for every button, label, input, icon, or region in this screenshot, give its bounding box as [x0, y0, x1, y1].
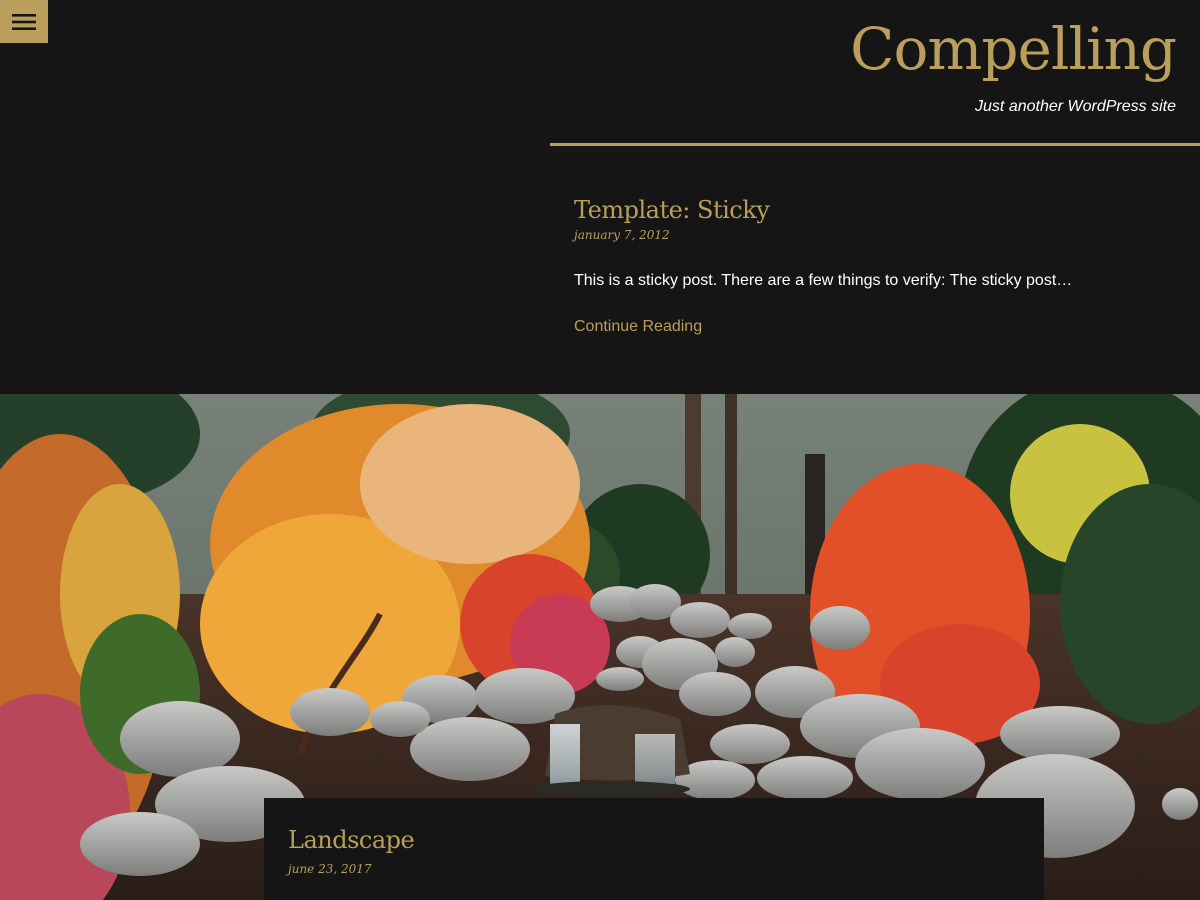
- sticky-post: Template: Sticky january 7, 2012 This is…: [574, 196, 1174, 336]
- hamburger-menu-icon: [12, 13, 36, 30]
- sticky-post-date: january 7, 2012: [574, 228, 670, 242]
- header-divider: [550, 143, 1200, 146]
- site-header: Compelling Just another WordPress site: [850, 14, 1177, 116]
- menu-toggle-button[interactable]: [0, 0, 48, 43]
- landscape-post-title-link[interactable]: Landscape: [288, 826, 415, 854]
- site-title-link[interactable]: Compelling: [850, 14, 1177, 84]
- site-tagline: Just another WordPress site: [975, 98, 1176, 115]
- sticky-post-title-link[interactable]: Template: Sticky: [574, 196, 770, 224]
- sticky-post-excerpt: This is a sticky post. There are a few t…: [574, 272, 1073, 289]
- landscape-post-card: Landscape june 23, 2017: [264, 798, 1044, 900]
- continue-reading-link[interactable]: Continue Reading: [574, 318, 702, 336]
- landscape-post-date: june 23, 2017: [288, 862, 372, 876]
